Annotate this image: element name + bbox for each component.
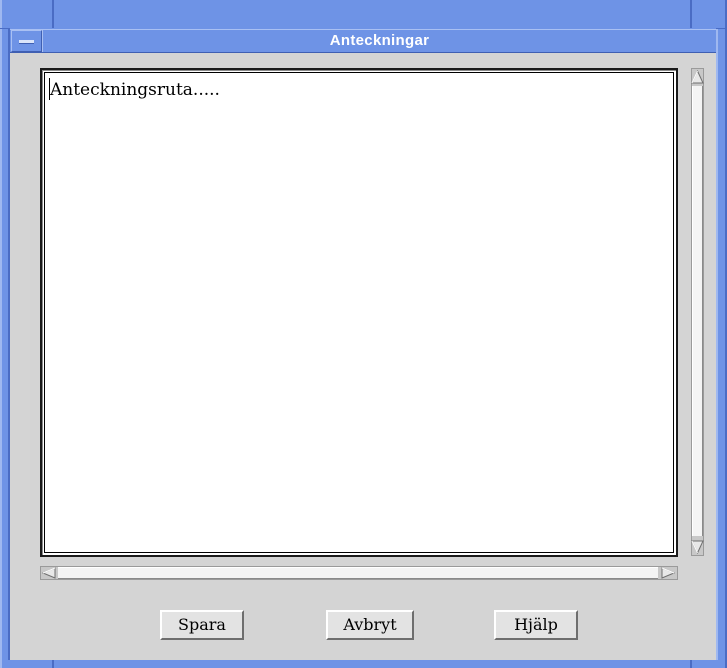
window-title: Anteckningar bbox=[42, 30, 716, 52]
notes-textarea-inner bbox=[44, 72, 674, 553]
right-arrow-icon[interactable] bbox=[661, 567, 675, 579]
up-arrow-icon[interactable] bbox=[691, 70, 704, 84]
frame-corner-tick bbox=[690, 0, 692, 28]
notes-text: Anteckningsruta..... bbox=[50, 80, 220, 100]
down-arrow-icon[interactable] bbox=[691, 540, 704, 554]
left-arrow-icon[interactable] bbox=[42, 567, 56, 579]
frame-corner-tick bbox=[0, 28, 10, 29]
window-menu-button[interactable] bbox=[11, 30, 42, 52]
cancel-button[interactable]: Avbryt bbox=[326, 610, 414, 640]
save-button[interactable]: Spara bbox=[160, 610, 244, 640]
horizontal-scroll-thumb[interactable] bbox=[58, 567, 658, 579]
vertical-scroll-thumb[interactable] bbox=[692, 86, 703, 536]
window-menu-icon bbox=[19, 40, 34, 44]
frame-edge-left bbox=[0, 0, 2, 668]
frame-inner-right bbox=[716, 28, 718, 660]
vertical-scrollbar[interactable] bbox=[687, 68, 707, 556]
frame-corner-tick bbox=[52, 0, 54, 28]
horizontal-scrollbar[interactable] bbox=[40, 564, 678, 582]
notes-textarea[interactable]: Anteckningsruta..... bbox=[40, 68, 678, 557]
help-button[interactable]: Hjälp bbox=[494, 610, 578, 640]
frame-corner-tick bbox=[716, 28, 727, 29]
frame-corner-tick bbox=[52, 660, 54, 668]
frame-corner-tick bbox=[690, 660, 692, 668]
